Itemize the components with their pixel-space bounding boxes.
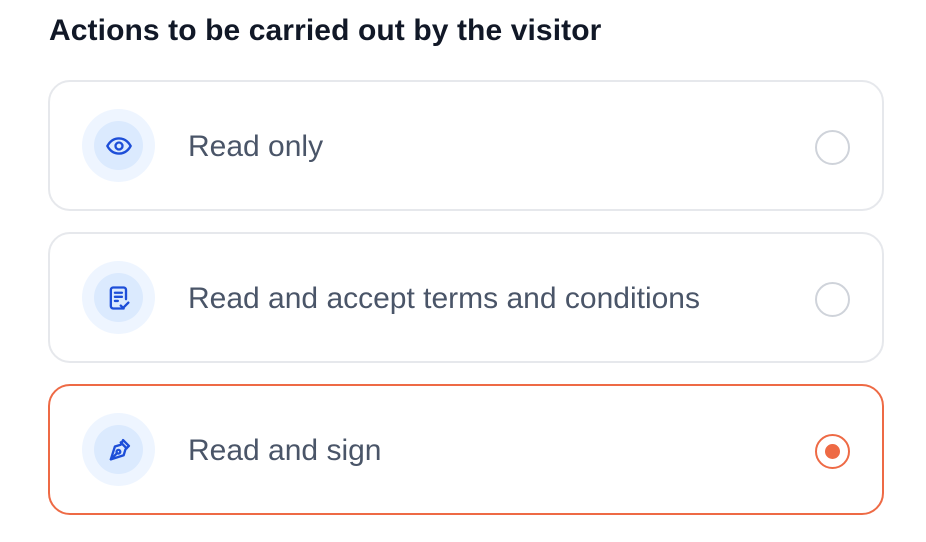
option-read-and-sign[interactable]: Read and sign	[48, 384, 884, 515]
option-label: Read only	[188, 130, 324, 163]
option-label: Read and accept terms and conditions	[188, 282, 700, 315]
section-heading: Actions to be carried out by the visitor	[49, 14, 602, 47]
icon-badge	[82, 109, 155, 182]
pen-nib-icon	[109, 438, 130, 460]
document-check-icon	[109, 285, 129, 310]
radio-dot	[825, 444, 840, 459]
radio-button[interactable]	[815, 282, 850, 317]
option-read-and-accept[interactable]: Read and accept terms and conditions	[48, 232, 884, 363]
option-label: Read and sign	[188, 434, 382, 467]
eye-icon	[105, 136, 132, 155]
option-read-only[interactable]: Read only	[48, 80, 884, 211]
icon-badge	[82, 413, 155, 486]
icon-badge	[82, 261, 155, 334]
radio-button[interactable]	[815, 130, 850, 165]
radio-button-selected[interactable]	[815, 434, 850, 469]
